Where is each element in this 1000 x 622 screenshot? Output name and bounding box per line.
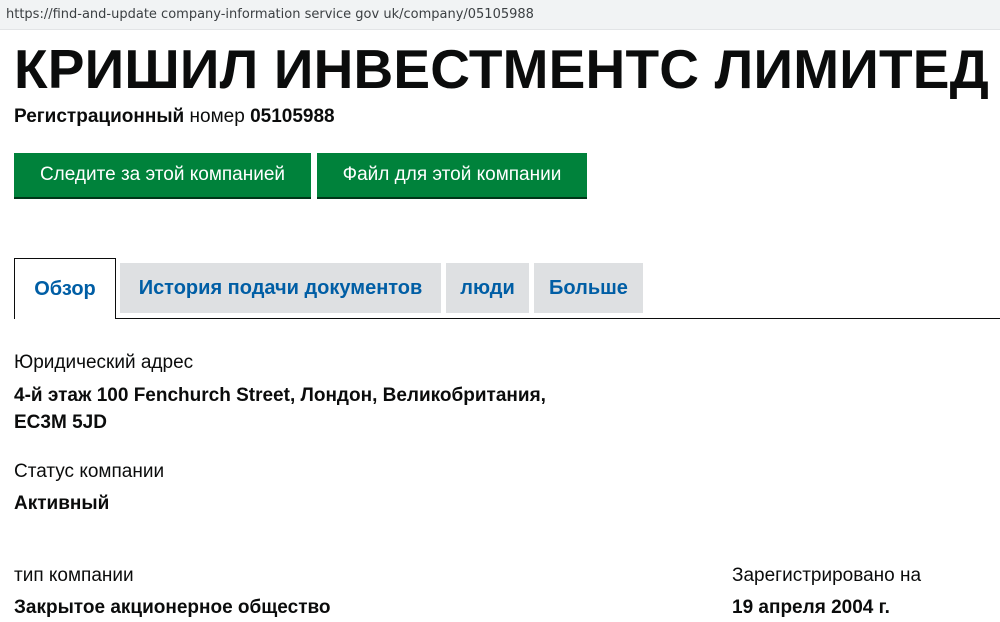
registered-office-line-2: EC3M 5JD [14, 412, 107, 433]
follow-company-button[interactable]: Следите за этой компанией [14, 153, 311, 197]
company-type-value: Закрытое акционерное общество [14, 597, 331, 618]
address-bar[interactable]: https://find-and-update company-informat… [0, 0, 1000, 30]
registration-number-value: 05105988 [250, 106, 335, 127]
page-title: КРИШИЛ ИНВЕСТМЕНТС ЛИМИТЕД [14, 38, 990, 100]
incorporated-label: Зарегистрировано на [732, 565, 922, 586]
registration-label-bold: Регистрационный [14, 106, 185, 127]
tab-overview[interactable]: Обзор [14, 258, 116, 319]
registered-office-label: Юридический адрес [14, 352, 194, 373]
tabs-divider [14, 318, 1000, 319]
tab-filing-history[interactable]: История подачи документов [120, 263, 441, 313]
company-type-label: тип компании [14, 565, 134, 586]
tab-more[interactable]: Больше [534, 263, 643, 313]
company-status-value: Активный [14, 493, 110, 514]
tab-people[interactable]: люди [446, 263, 529, 313]
registered-office-line-1: 4-й этаж 100 Fenchurch Street, Лондон, В… [14, 385, 546, 406]
url-text: https://find-and-update company-informat… [6, 7, 534, 22]
registration-number: Регистрационный номер 05105988 [14, 106, 335, 128]
company-status-label: Статус компании [14, 461, 165, 482]
incorporated-value: 19 апреля 2004 г. [732, 597, 890, 618]
registration-label: номер [184, 106, 251, 127]
file-for-company-button[interactable]: Файл для этой компании [317, 153, 587, 197]
